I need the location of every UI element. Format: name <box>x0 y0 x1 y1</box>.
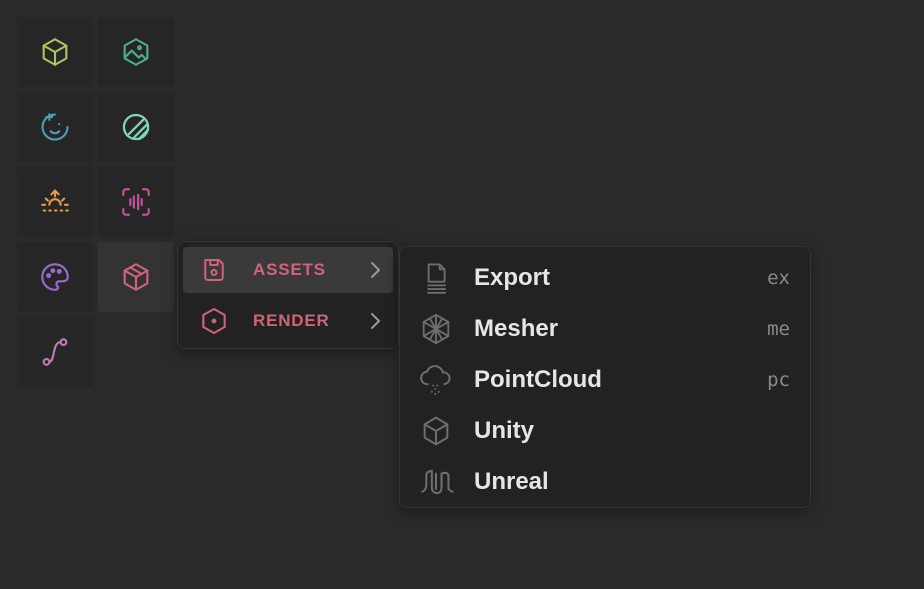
sticker-tool-button[interactable] <box>17 92 93 162</box>
submenu-item-export[interactable]: Export ex <box>400 252 810 303</box>
voice-scan-icon <box>122 188 150 216</box>
submenu-item-label: Unity <box>474 416 534 444</box>
slashed-circle-icon <box>122 113 150 141</box>
audio-tool-button[interactable] <box>98 167 174 237</box>
mesh-sphere-icon <box>418 311 454 347</box>
submenu-item-label: Export <box>474 263 551 291</box>
sunrise-tool-button[interactable] <box>17 167 93 237</box>
cube-icon <box>42 38 68 66</box>
menu-item-assets[interactable]: ASSETS <box>183 247 393 293</box>
cloud-points-icon <box>418 362 454 398</box>
submenu-item-unreal[interactable]: Unreal <box>400 456 810 507</box>
submenu-item-label: Mesher <box>474 314 559 342</box>
palette-icon <box>41 263 69 291</box>
file-export-icon <box>418 260 454 296</box>
submenu-item-pointcloud[interactable]: PointCloud pc <box>400 354 810 405</box>
menu-item-label: ASSETS <box>253 260 326 279</box>
chevron-right-icon <box>371 313 380 329</box>
mood-plus-icon <box>41 113 69 141</box>
brand-tool-button[interactable] <box>98 92 174 162</box>
route-tool-button[interactable] <box>17 317 93 387</box>
shortcut-hint: ex <box>767 266 790 289</box>
submenu-item-label: Unreal <box>474 467 549 495</box>
hexagon-dot-icon <box>197 304 231 338</box>
shortcut-hint: me <box>767 317 790 340</box>
menu-item-render[interactable]: RENDER <box>183 298 393 344</box>
unreal-logo-icon <box>418 464 454 500</box>
route-icon <box>42 338 68 366</box>
menu-item-label: RENDER <box>253 311 330 330</box>
submenu-item-unity[interactable]: Unity <box>400 405 810 456</box>
context-menu: ASSETS RENDER <box>177 241 399 349</box>
package-icon <box>123 263 149 291</box>
cube-tool-button[interactable] <box>17 17 93 87</box>
shortcut-hint: pc <box>767 368 790 391</box>
palette-tool-button[interactable] <box>17 242 93 312</box>
unity-logo-icon <box>418 413 454 449</box>
image-tool-button[interactable] <box>98 17 174 87</box>
sunrise-icon <box>41 189 69 212</box>
photo-hexagon-icon <box>123 38 149 66</box>
assets-submenu: Export ex Mesher me PointCloud pc Unity <box>399 246 811 508</box>
submenu-item-mesher[interactable]: Mesher me <box>400 303 810 354</box>
chevron-right-icon <box>371 262 380 278</box>
device-floppy-icon <box>197 253 231 287</box>
submenu-item-label: PointCloud <box>474 365 602 393</box>
package-tool-button[interactable] <box>98 242 174 312</box>
